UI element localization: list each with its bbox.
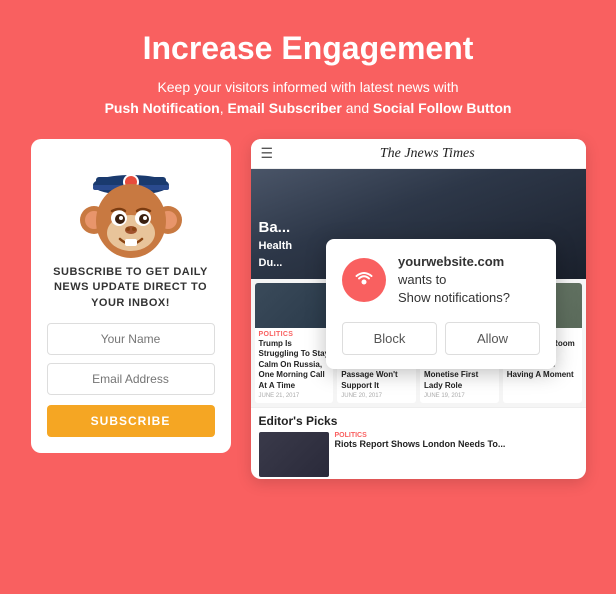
notif-text: yourwebsite.com wants toShow notificatio… [398, 253, 540, 308]
notif-header: yourwebsite.com wants toShow notificatio… [342, 253, 540, 308]
news-card-title-1: Trump Is Struggling To Stay Calm On Russ… [255, 339, 334, 393]
browser-window: ☰ The Jnews Times Ba... Health Du... [251, 139, 586, 479]
subheadline-push: Push Notification [105, 100, 220, 116]
email-input[interactable] [47, 363, 215, 395]
notification-popup: yourwebsite.com wants toShow notificatio… [326, 239, 556, 369]
news-card-1: POLITICS Trump Is Struggling To Stay Cal… [255, 283, 334, 403]
news-card-date-4 [503, 383, 582, 387]
headline: Increase Engagement [143, 30, 474, 67]
main-container: Increase Engagement Keep your visitors i… [0, 0, 616, 594]
subheadline-social: Social Follow Button [373, 100, 511, 116]
notif-buttons: Block Allow [342, 322, 540, 355]
editors-picks-label: Editor's Picks [251, 407, 586, 432]
subscribe-title: SUBSCRIBE TO GET DAILY NEWS UPDATE DIREC… [47, 265, 215, 311]
notif-message: wants toShow notifications? [398, 272, 510, 305]
notif-site: yourwebsite.com [398, 254, 504, 269]
news-card-date-2: JUNE 20, 2017 [337, 393, 416, 403]
editors-row: POLITICS Riots Report Shows London Needs… [251, 432, 586, 477]
subscribe-card: SUBSCRIBE TO GET DAILY NEWS UPDATE DIREC… [31, 139, 231, 453]
hero-text: Ba... Health Du... [259, 218, 293, 271]
subheadline-comma: , [220, 100, 224, 116]
browser-title: The Jnews Times [279, 146, 575, 162]
hamburger-icon[interactable]: ☰ [261, 145, 274, 162]
wifi-icon [352, 268, 376, 292]
browser-bar: ☰ The Jnews Times [251, 139, 586, 169]
subscribe-button[interactable]: SUBSCRIBE [47, 405, 215, 437]
allow-button[interactable]: Allow [445, 322, 540, 355]
monkey-mascot [76, 155, 186, 265]
notif-icon [342, 258, 386, 302]
news-card-date-1: JUNE 21, 2017 [255, 393, 334, 403]
news-card-img-1 [255, 283, 334, 328]
subheadline-text1: Keep your visitors informed with latest … [157, 79, 458, 95]
subheadline-email: Email Subscriber [227, 100, 341, 116]
editors-item-img [259, 432, 329, 477]
name-input[interactable] [47, 323, 215, 355]
block-button[interactable]: Block [342, 322, 437, 355]
news-content: Ba... Health Du... [251, 169, 586, 477]
content-row: SUBSCRIBE TO GET DAILY NEWS UPDATE DIREC… [20, 139, 596, 479]
subheadline-and: and [346, 100, 373, 116]
news-card-tag-1: POLITICS [255, 328, 334, 339]
news-card-date-3: JUNE 19, 2017 [420, 393, 499, 403]
editors-item-text: POLITICS Riots Report Shows London Needs… [335, 432, 578, 477]
editors-item-title: Riots Report Shows London Needs To... [335, 439, 578, 451]
subheadline: Keep your visitors informed with latest … [105, 77, 512, 119]
editors-item-tag: POLITICS [335, 432, 578, 439]
